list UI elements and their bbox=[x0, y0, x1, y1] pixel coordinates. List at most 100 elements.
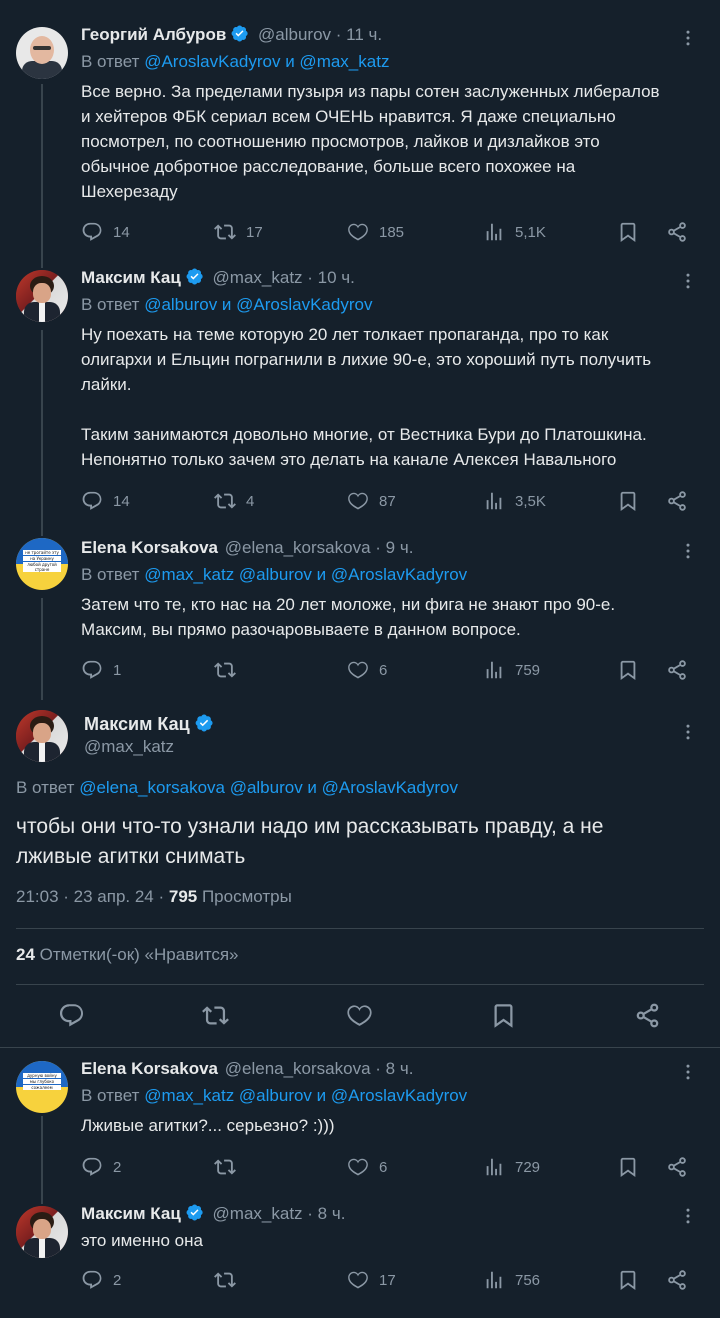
more-options-icon[interactable] bbox=[678, 1062, 698, 1082]
views-button[interactable]: 756 bbox=[483, 1268, 540, 1292]
bookmark-button[interactable] bbox=[617, 489, 649, 513]
timestamp[interactable]: 11 ч. bbox=[346, 25, 382, 44]
more-options-icon[interactable] bbox=[678, 28, 698, 48]
main-tweet-actions bbox=[0, 1002, 720, 1032]
reply-button[interactable]: 1 bbox=[81, 658, 121, 682]
tweet-actions: 2 17 756 bbox=[81, 1268, 701, 1292]
retweet-button[interactable]: 17 bbox=[214, 220, 263, 244]
author-name[interactable]: Elena Korsakova bbox=[81, 1059, 218, 1078]
tweet-actions: 2 6 729 bbox=[81, 1155, 701, 1179]
reply-icon[interactable] bbox=[58, 1002, 85, 1029]
share-button[interactable] bbox=[666, 220, 698, 244]
bookmark-button[interactable] bbox=[617, 1155, 649, 1179]
more-options-icon[interactable] bbox=[678, 541, 698, 561]
timestamp[interactable]: 8 ч. bbox=[386, 1059, 414, 1078]
tweet-text: Лживые агитки?... серьезно? :))) bbox=[81, 1116, 335, 1135]
author-handle[interactable]: @max_katz bbox=[213, 1204, 303, 1223]
avatar[interactable] bbox=[16, 270, 68, 322]
likes-summary[interactable]: 24 Отметки(-ок) «Нравится» bbox=[16, 945, 238, 965]
reply-to-link[interactable]: @max_katz @alburov и @AroslavKadyrov bbox=[144, 1086, 467, 1105]
share-button[interactable] bbox=[666, 1268, 698, 1292]
author-handle[interactable]: @elena_korsakova bbox=[225, 1059, 371, 1078]
avatar[interactable] bbox=[16, 27, 68, 79]
thread-line bbox=[41, 84, 43, 268]
verified-badge-icon bbox=[185, 1203, 204, 1222]
heart-icon bbox=[347, 1156, 369, 1178]
reply-to-link[interactable]: @max_katz @alburov и @AroslavKadyrov bbox=[144, 565, 467, 584]
timestamp[interactable]: 21:03 · 23 апр. 24 · bbox=[16, 887, 169, 906]
reply-icon bbox=[81, 659, 103, 681]
tweet-text: Все верно. За пределами пузыря из пары с… bbox=[81, 82, 660, 201]
main-avatar[interactable] bbox=[16, 710, 68, 762]
like-button[interactable]: 6 bbox=[347, 658, 387, 682]
heart-icon[interactable] bbox=[346, 1002, 373, 1029]
thread-line bbox=[41, 330, 43, 536]
share-icon bbox=[666, 1269, 688, 1291]
like-button[interactable]: 87 bbox=[347, 489, 396, 513]
retweet-button[interactable] bbox=[214, 1155, 246, 1179]
share-button[interactable] bbox=[666, 1155, 698, 1179]
reply-to-link[interactable]: @alburov и @AroslavKadyrov bbox=[144, 295, 372, 314]
timestamp[interactable]: 8 ч. bbox=[318, 1204, 346, 1223]
author-handle[interactable]: @alburov bbox=[258, 25, 331, 44]
reply-button[interactable]: 2 bbox=[81, 1268, 121, 1292]
views-button[interactable]: 3,5K bbox=[483, 489, 546, 513]
author-name[interactable]: Максим Кац bbox=[81, 268, 181, 287]
verified-badge-icon bbox=[194, 713, 214, 733]
author-handle[interactable]: @elena_korsakova bbox=[225, 538, 371, 557]
author-name[interactable]: Elena Korsakova bbox=[81, 538, 218, 557]
like-button[interactable]: 6 bbox=[347, 1155, 387, 1179]
author-name[interactable]: Максим Кац bbox=[81, 1204, 181, 1223]
heart-icon bbox=[347, 221, 369, 243]
more-options-icon[interactable] bbox=[678, 1206, 698, 1226]
tweet-text: это именно она bbox=[81, 1231, 203, 1250]
reply-icon bbox=[81, 490, 103, 512]
retweet-button[interactable] bbox=[214, 658, 246, 682]
views-button[interactable]: 759 bbox=[483, 658, 540, 682]
tweet-metadata: 21:03 · 23 апр. 24 · 795 Просмотры bbox=[16, 887, 292, 906]
share-icon bbox=[666, 659, 688, 681]
tweet: Максим Кац @max_katz · 10 ч. В ответ @al… bbox=[81, 267, 696, 472]
reply-button[interactable]: 14 bbox=[81, 489, 130, 513]
like-button[interactable]: 17 bbox=[347, 1268, 396, 1292]
main-author: Максим Кац @max_katz bbox=[84, 713, 214, 757]
views-count: 795 bbox=[168, 887, 198, 906]
bookmark-icon bbox=[617, 490, 639, 512]
avatar[interactable]: дурную войну мы глубоко сожалеем bbox=[16, 1061, 68, 1113]
author-name[interactable]: Максим Кац bbox=[84, 714, 190, 734]
avatar[interactable]: не трогайте эту на Украину любой другой ст… bbox=[16, 538, 68, 590]
author-handle[interactable]: @max_katz bbox=[84, 737, 214, 757]
bookmark-button[interactable] bbox=[617, 658, 649, 682]
like-button[interactable]: 185 bbox=[347, 220, 404, 244]
author-handle[interactable]: @max_katz bbox=[213, 268, 303, 287]
more-options-icon[interactable] bbox=[678, 271, 698, 291]
reply-button[interactable]: 14 bbox=[81, 220, 130, 244]
retweet-button[interactable] bbox=[214, 1268, 246, 1292]
views-button[interactable]: 5,1K bbox=[483, 220, 546, 244]
share-icon[interactable] bbox=[634, 1002, 661, 1029]
tweet: Elena Korsakova @elena_korsakova · 9 ч. … bbox=[81, 537, 696, 642]
retweet-icon bbox=[214, 659, 236, 681]
main-tweet-text: чтобы они что-то узнали надо им рассказы… bbox=[16, 815, 604, 868]
reply-to-link[interactable]: @elena_korsakova @alburov и @AroslavKady… bbox=[79, 778, 458, 797]
retweet-icon[interactable] bbox=[202, 1002, 229, 1029]
retweet-button[interactable]: 4 bbox=[214, 489, 254, 513]
bookmark-button[interactable] bbox=[617, 220, 649, 244]
reply-context: В ответ @max_katz @alburov и @AroslavKad… bbox=[81, 565, 468, 584]
share-button[interactable] bbox=[666, 658, 698, 682]
timestamp[interactable]: 9 ч. bbox=[386, 538, 414, 557]
author-name[interactable]: Георгий Албуров bbox=[81, 25, 226, 44]
bookmark-button[interactable] bbox=[617, 1268, 649, 1292]
divider bbox=[16, 984, 704, 985]
reply-button[interactable]: 2 bbox=[81, 1155, 121, 1179]
share-button[interactable] bbox=[666, 489, 698, 513]
more-options-icon[interactable] bbox=[678, 722, 698, 742]
timestamp[interactable]: 10 ч. bbox=[318, 268, 355, 287]
tweet-text: Затем что те, кто нас на 20 лет моложе, … bbox=[81, 595, 616, 639]
views-button[interactable]: 729 bbox=[483, 1155, 540, 1179]
reply-to-link[interactable]: @AroslavKadyrov и @max_katz bbox=[144, 52, 389, 71]
retweet-icon bbox=[214, 1269, 236, 1291]
verified-badge-icon bbox=[230, 24, 249, 43]
bookmark-icon[interactable] bbox=[490, 1002, 517, 1029]
avatar[interactable] bbox=[16, 1206, 68, 1258]
